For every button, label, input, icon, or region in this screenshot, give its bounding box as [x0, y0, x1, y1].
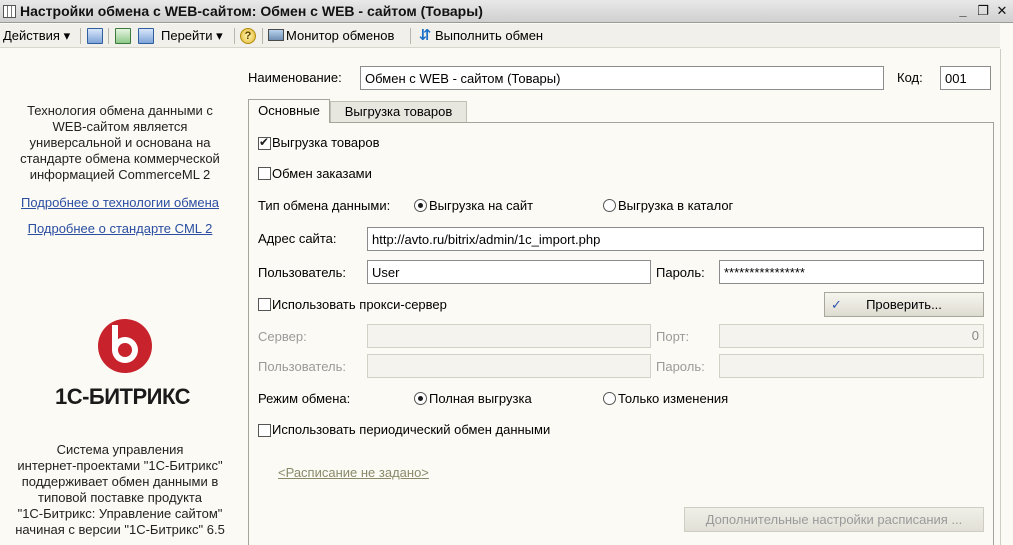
exchange-orders-label[interactable]: Обмен заказами [272, 166, 372, 181]
window-title: Настройки обмена с WEB-сайтом: Обмен с W… [20, 3, 483, 19]
exchange-type-catalog-radio[interactable] [603, 199, 616, 212]
help-icon[interactable]: ? [240, 28, 256, 44]
proxy-password-input [719, 354, 984, 378]
execute-button[interactable]: Выполнить обмен [435, 27, 543, 45]
app-icon [3, 5, 16, 18]
close-button[interactable]: ✕ [994, 3, 1010, 19]
upload-goods-label[interactable]: Выгрузка товаров [272, 135, 380, 150]
code-input[interactable] [940, 66, 991, 90]
mode-full-radio[interactable] [414, 392, 427, 405]
copy-icon[interactable] [138, 28, 154, 44]
user-input[interactable] [367, 260, 651, 284]
chevron-down-icon: ▾ [63, 28, 71, 43]
schedule-settings-button[interactable]: Дополнительные настройки расписания ... [684, 507, 984, 532]
toolbar-divider [410, 28, 411, 44]
proxy-user-input [367, 354, 651, 378]
window-edge [1000, 49, 1001, 545]
site-address-input[interactable] [367, 227, 984, 251]
footer-text: Система управления интернет-проектами "1… [0, 442, 240, 538]
refresh-icon[interactable] [115, 28, 131, 44]
monitor-icon [268, 29, 284, 41]
tab-goods-upload[interactable]: Выгрузка товаров [330, 101, 467, 122]
proxy-user-label: Пользователь: [258, 359, 346, 374]
exchange-type-catalog-label[interactable]: Выгрузка в каталог [618, 198, 733, 213]
restore-button[interactable]: ❐ [975, 3, 991, 19]
minimize-button[interactable]: _ [955, 3, 971, 19]
upload-goods-checkbox[interactable] [258, 135, 271, 150]
intro-line: стандарте обмена коммерческой [20, 151, 220, 166]
port-label: Порт: [656, 329, 690, 344]
title-bar: Настройки обмена с WEB-сайтом: Обмен с W… [0, 0, 1013, 23]
toolbar-divider [262, 28, 263, 44]
periodic-label[interactable]: Использовать периодический обмен данными [272, 422, 550, 437]
mode-changes-label[interactable]: Только изменения [618, 391, 728, 406]
intro-line: универсальной и основана на [29, 135, 211, 150]
exchange-orders-checkbox[interactable] [258, 167, 271, 180]
execute-icon: ⇵ [418, 27, 432, 44]
footer-line: Система управления [56, 442, 184, 457]
goto-label: Перейти [161, 28, 213, 43]
footer-line: начиная с версии "1С-Битрикс" 6.5 [15, 522, 225, 537]
goto-menu[interactable]: Перейти ▾ [161, 27, 223, 45]
code-label: Код: [897, 70, 923, 85]
intro-line: информацией CommerceML 2 [29, 167, 211, 182]
port-input: 0 [719, 324, 984, 348]
toolbar: Действия ▾ Перейти ▾ ? Монитор обменов ⇵… [0, 24, 1000, 48]
actions-menu[interactable]: Действия ▾ [3, 27, 70, 45]
toolbar-divider [108, 28, 109, 44]
bitrix-logo-icon [98, 319, 152, 373]
server-input [367, 324, 651, 348]
site-address-label: Адрес сайта: [258, 231, 337, 246]
use-proxy-checkbox[interactable] [258, 298, 271, 311]
actions-label: Действия [3, 28, 60, 43]
toolbar-divider [234, 28, 235, 44]
name-input[interactable] [360, 66, 884, 90]
technology-link[interactable]: Подробнее о технологии обмена [0, 195, 240, 210]
password-input[interactable] [719, 260, 984, 284]
password-label: Пароль: [656, 265, 705, 280]
intro-text: Технология обмена данными с WEB-сайтом я… [0, 103, 240, 183]
periodic-checkbox[interactable] [258, 424, 271, 437]
schedule-link[interactable]: <Расписание не задано> [278, 465, 429, 480]
bitrix-logo-text: 1С-БИТРИКС [54, 384, 191, 409]
chevron-down-icon: ▾ [216, 28, 223, 43]
server-label: Сервер: [258, 329, 307, 344]
check-icon: ✓ [831, 297, 842, 312]
check-button[interactable]: ✓ Проверить... [824, 292, 984, 317]
intro-line: WEB-сайтом является [52, 119, 188, 134]
exchange-type-site-label[interactable]: Выгрузка на сайт [429, 198, 533, 213]
mode-full-label[interactable]: Полная выгрузка [429, 391, 532, 406]
tab-main[interactable]: Основные [248, 99, 330, 123]
footer-line: поддерживает обмен данными в [21, 474, 219, 489]
standard-link[interactable]: Подробнее о стандарте CML 2 [0, 221, 240, 236]
intro-line: Технология обмена данными с [27, 103, 213, 118]
footer-line: "1С-Битрикс: Управление сайтом" [17, 506, 223, 521]
name-label: Наименование: [248, 70, 342, 85]
mode-label: Режим обмена: [258, 391, 351, 406]
info-panel: Технология обмена данными с WEB-сайтом я… [0, 49, 240, 545]
monitor-button[interactable]: Монитор обменов [286, 27, 394, 45]
use-proxy-label[interactable]: Использовать прокси-сервер [272, 297, 447, 312]
check-button-label: Проверить... [866, 297, 942, 312]
toolbar-divider [80, 28, 81, 44]
write-icon[interactable] [87, 28, 103, 44]
footer-line: интернет-проектами "1С-Битрикс" [17, 458, 223, 473]
mode-changes-radio[interactable] [603, 392, 616, 405]
user-label: Пользователь: [258, 265, 346, 280]
footer-line: типовой поставке продукта [38, 490, 202, 505]
proxy-password-label: Пароль: [656, 359, 705, 374]
exchange-type-label: Тип обмена данными: [258, 198, 391, 213]
exchange-type-site-radio[interactable] [414, 199, 427, 212]
